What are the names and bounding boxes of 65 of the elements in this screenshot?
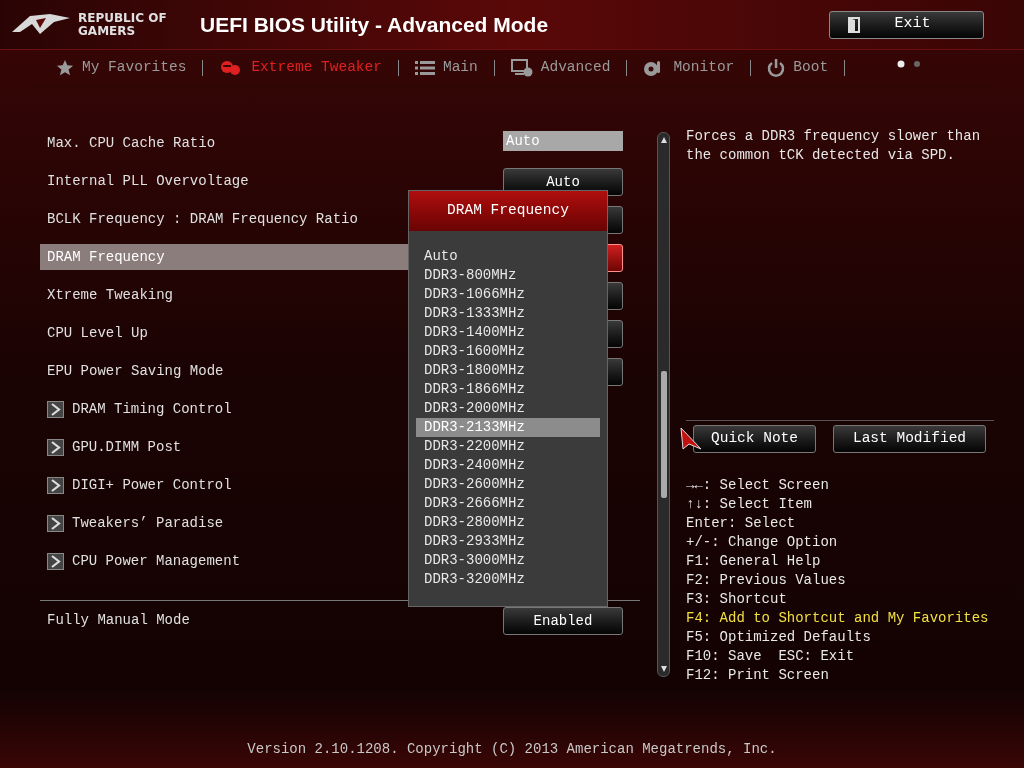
arrow-right-icon <box>47 514 64 532</box>
power-icon <box>767 59 786 77</box>
logo-text: REPUBLIC OF GAMERS <box>78 11 168 38</box>
dropdown-option[interactable]: DDR3-2200MHz <box>416 437 600 456</box>
dropdown-option[interactable]: DDR3-2933MHz <box>416 532 600 551</box>
submenu-item[interactable]: Tweakers’ Paradise <box>71 512 225 534</box>
scroll-down-icon <box>660 665 668 673</box>
tab[interactable]: My Favorites <box>56 54 187 82</box>
key-hint: Enter: Select <box>686 514 797 533</box>
arrow-right-icon <box>47 476 64 494</box>
dropdown-option[interactable]: DDR3-2600MHz <box>416 475 600 494</box>
submenu-item[interactable]: CPU Power Management <box>71 550 242 572</box>
dropdown-option[interactable]: DDR3-1333MHz <box>416 304 600 323</box>
dropdown-option[interactable]: DDR3-1066MHz <box>416 285 600 304</box>
key-hint: →←: Select Screen <box>686 476 830 495</box>
dropdown-option[interactable]: DDR3-2800MHz <box>416 513 600 532</box>
dropdown-option[interactable]: DDR3-3200MHz <box>416 570 600 589</box>
dropdown-option[interactable]: DDR3-2400MHz <box>416 456 600 475</box>
tab[interactable]: Extreme Tweaker <box>219 54 382 82</box>
dropdown-title: DRAM Frequency <box>409 191 607 231</box>
key-hint: F1: General Help <box>686 552 822 571</box>
version-text: Version 2.10.1208. Copyright (C) 2013 American Megatrends, Inc. <box>247 739 777 759</box>
dropdown-option[interactable]: DDR3-2666MHz <box>416 494 600 513</box>
key-hint: +/-: Change Option <box>686 533 839 552</box>
setting-label[interactable]: Fully Manual Mode <box>40 607 503 633</box>
door-icon <box>848 16 862 33</box>
tab[interactable]: Boot <box>767 54 829 82</box>
scroll-up-icon <box>660 136 668 144</box>
description-text: Forces a DDR3 frequency slower than the common tCK detected via SPD. <box>686 127 982 165</box>
tab[interactable]: Main <box>414 54 478 82</box>
arrow-right-icon <box>47 438 64 456</box>
key-hint: F10: Save ESC: Exit <box>686 647 856 666</box>
tab[interactable]: Monitor <box>643 54 735 82</box>
panel-button[interactable]: Quick Note <box>693 425 816 453</box>
setting-label[interactable]: Internal PLL Overvoltage <box>40 168 503 194</box>
key-hint: F4: Add to Shortcut and My Favorites <box>686 609 990 628</box>
dropdown-option[interactable]: DDR3-1800MHz <box>416 361 600 380</box>
page-dots-icon <box>897 60 921 68</box>
dropdown-button[interactable]: Enabled <box>503 607 623 635</box>
dropdown-option[interactable]: DDR3-2000MHz <box>416 399 600 418</box>
tab[interactable]: Advanced <box>510 54 611 82</box>
submenu-item[interactable]: DIGI+ Power Control <box>71 474 233 496</box>
monitor-info-icon <box>510 59 533 77</box>
scrollbar[interactable] <box>657 132 670 677</box>
cursor-icon <box>680 427 702 451</box>
setting-label[interactable]: Max. CPU Cache Ratio <box>40 130 503 156</box>
window-title: UEFI BIOS Utility - Advanced Mode <box>200 11 549 38</box>
submenu-item[interactable]: DRAM Timing Control <box>71 398 233 420</box>
arrow-right-icon <box>47 400 64 418</box>
key-hint: F12: Print Screen <box>686 666 830 685</box>
list-icon <box>414 60 435 76</box>
dropdown-option[interactable]: DDR3-1600MHz <box>416 342 600 361</box>
key-hint: F3: Shortcut <box>686 590 788 609</box>
scrollbar-thumb[interactable] <box>661 371 667 498</box>
panel-button[interactable]: Last Modified <box>833 425 986 453</box>
key-hint: F2: Previous Values <box>686 571 847 590</box>
exit-button[interactable]: Exit <box>829 10 984 39</box>
dropdown-option[interactable]: DDR3-1400MHz <box>416 323 600 342</box>
dropdown-option[interactable]: DDR3-3000MHz <box>416 551 600 570</box>
submenu-item[interactable]: GPU.DIMM Post <box>71 436 183 458</box>
dropdown-option[interactable]: DDR3-1866MHz <box>416 380 600 399</box>
arrow-right-icon <box>47 552 64 570</box>
key-hint: ↑↓: Select Item <box>686 495 814 514</box>
star-icon <box>56 59 74 77</box>
key-hint: F5: Optimized Defaults <box>686 628 872 647</box>
